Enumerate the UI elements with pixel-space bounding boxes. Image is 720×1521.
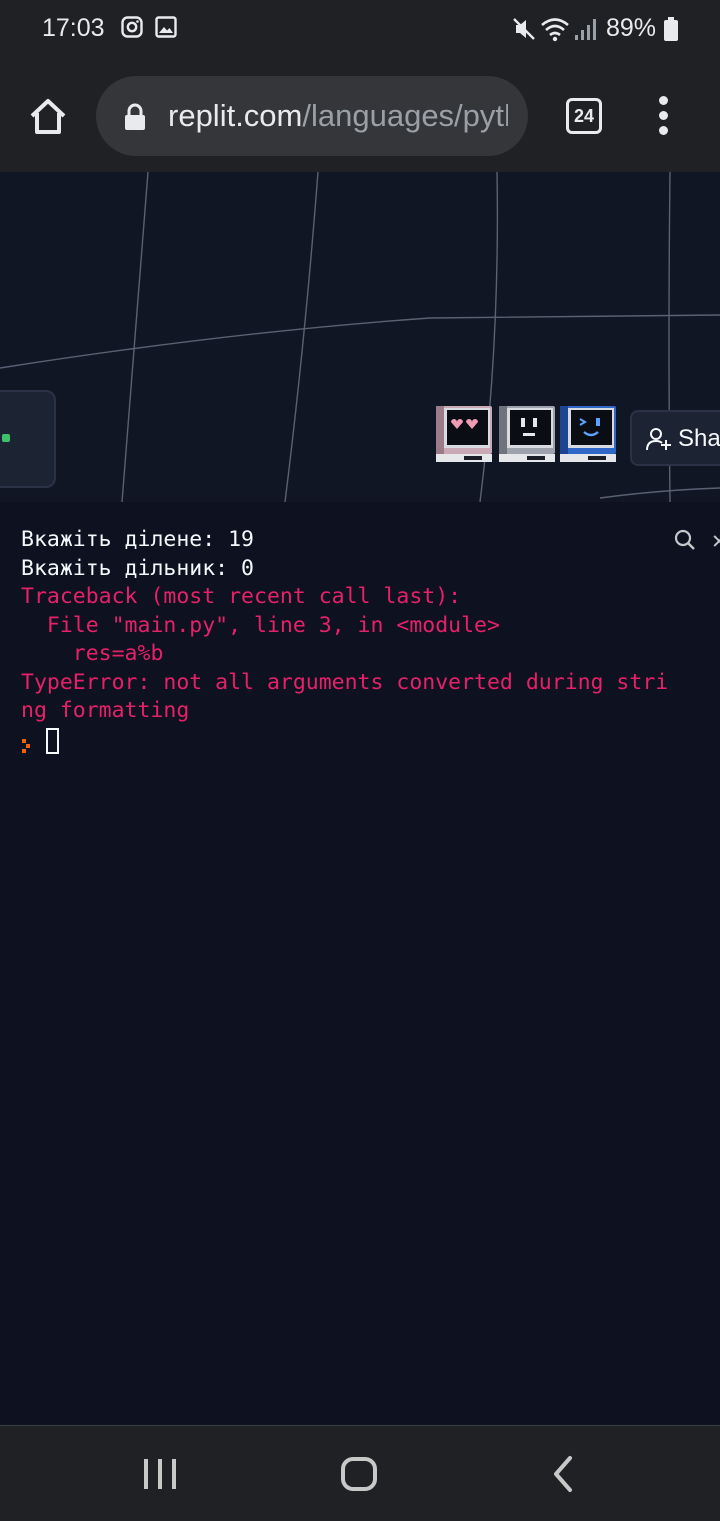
browser-home-button[interactable] — [26, 94, 70, 138]
browser-menu-button[interactable] — [652, 96, 676, 136]
recent-apps-icon[interactable] — [140, 1454, 180, 1499]
console-error-line: res=a%b — [21, 641, 164, 666]
system-nav-bar — [0, 1425, 720, 1521]
signal-icon — [574, 16, 598, 47]
browser-toolbar: replit.com/languages/python3 24 — [0, 60, 720, 172]
battery-icon — [664, 17, 678, 46]
status-bar: 17:03 89% — [0, 0, 720, 60]
more-vert-icon — [659, 96, 668, 105]
console-line: Вкажіть ділене: 19 — [21, 527, 254, 552]
console-output[interactable]: Вкажіть ділене: 19 Вкажіть дільник: 0 Tr… — [0, 502, 720, 1425]
url-path: /languages/python3 — [302, 98, 508, 133]
close-icon[interactable]: ✕ — [712, 526, 720, 554]
tab-switcher-button[interactable]: 24 — [566, 98, 602, 134]
gallery-icon — [155, 16, 177, 43]
battery-percentage: 89% — [605, 14, 656, 42]
run-icon — [2, 434, 10, 442]
share-label: Share — [678, 425, 720, 452]
wifi-icon — [540, 16, 570, 47]
address-bar[interactable]: replit.com/languages/python3 — [96, 76, 528, 156]
url-text: replit.com/languages/python3 — [168, 96, 508, 136]
robot-heart-eyes-icon — [434, 404, 494, 466]
robot-neutral-icon — [497, 404, 557, 466]
home-icon — [30, 99, 66, 134]
console-line: Вкажіть дільник: 0 — [21, 556, 254, 581]
home-icon[interactable] — [340, 1454, 380, 1499]
status-time: 17:03 — [42, 14, 105, 42]
mute-icon — [512, 16, 536, 47]
url-host: replit.com — [168, 98, 303, 133]
instagram-icon — [121, 16, 143, 43]
robot-wink-icon — [558, 404, 618, 466]
console-cursor — [46, 728, 59, 754]
console-error-line: TypeError: not all arguments converted d… — [21, 670, 669, 695]
console-error-line: File "main.py", line 3, in <module> — [21, 613, 500, 638]
run-button[interactable] — [0, 390, 56, 488]
search-icon[interactable] — [673, 528, 697, 558]
back-icon[interactable] — [544, 1454, 584, 1499]
add-person-icon — [646, 426, 672, 457]
replit-hero: Share — [0, 172, 720, 502]
prompt-icon — [22, 734, 34, 759]
console-error-line: ng formatting — [21, 698, 190, 723]
lock-icon — [124, 103, 146, 136]
console-error-line: Traceback (most recent call last): — [21, 584, 462, 609]
tab-count: 24 — [573, 106, 595, 126]
share-button[interactable]: Share — [630, 410, 720, 466]
